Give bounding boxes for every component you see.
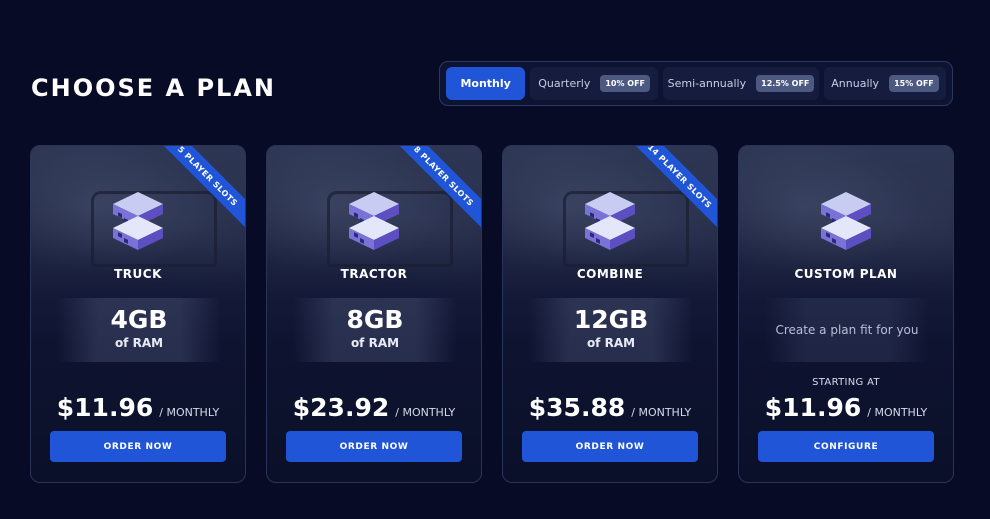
ram-unit: of RAM <box>350 336 400 350</box>
billing-period-toggle: Monthly Quarterly 10% OFF Semi-annually … <box>439 61 953 106</box>
billing-option-semi-annually[interactable]: Semi-annually 12.5% OFF <box>663 67 819 100</box>
order-now-button[interactable]: ORDER NOW <box>286 431 462 462</box>
plan-name: COMBINE <box>576 267 644 281</box>
price-row: $35.88 / MONTHLY <box>503 393 717 422</box>
ram-box: 8GB of RAM <box>293 298 457 362</box>
server-stack-icon <box>349 192 399 250</box>
ram-unit: of RAM <box>586 336 636 350</box>
order-now-button[interactable]: ORDER NOW <box>50 431 226 462</box>
ram-box: 12GB of RAM <box>529 298 693 362</box>
billing-option-label: Quarterly <box>538 77 591 90</box>
plan-name: CUSTOM PLAN <box>794 267 898 281</box>
price-row: $11.96 / MONTHLY <box>739 393 953 422</box>
plan-price: $35.88 <box>528 393 626 422</box>
plan-name: TRACTOR <box>340 267 408 281</box>
ram-unit: of RAM <box>114 336 164 350</box>
page-title: CHOOSE A PLAN <box>31 74 277 102</box>
plan-price: $11.96 <box>764 393 862 422</box>
discount-badge: 15% OFF <box>889 75 939 92</box>
billing-option-monthly[interactable]: Monthly <box>446 67 526 100</box>
plan-name: TRUCK <box>114 267 162 281</box>
plan-price: $11.96 <box>56 393 154 422</box>
configure-button[interactable]: CONFIGURE <box>758 431 934 462</box>
billing-period: / MONTHLY <box>159 406 220 419</box>
server-stack-icon <box>821 192 871 250</box>
billing-option-label: Semi-annually <box>667 77 747 90</box>
plan-card-truck: 5 PLAYER SLOTS TRUCK 4GB of RAM $11.96 /… <box>30 145 246 483</box>
plan-price: $23.92 <box>292 393 390 422</box>
starting-at-label: STARTING AT <box>812 377 880 388</box>
ram-amount: 4GB <box>110 305 168 334</box>
ram-amount: 8GB <box>346 305 404 334</box>
billing-option-annually[interactable]: Annually 15% OFF <box>824 67 946 100</box>
billing-period: / MONTHLY <box>867 406 928 419</box>
price-row: $11.96 / MONTHLY <box>31 393 245 422</box>
server-stack-icon <box>113 192 163 250</box>
billing-period: / MONTHLY <box>631 406 692 419</box>
ram-amount: 12GB <box>573 305 649 334</box>
price-row: $23.92 / MONTHLY <box>267 393 481 422</box>
billing-option-quarterly[interactable]: Quarterly 10% OFF <box>530 67 658 100</box>
billing-option-label: Monthly <box>460 77 511 90</box>
order-now-button[interactable]: ORDER NOW <box>522 431 698 462</box>
plan-description: Create a plan fit for you <box>765 298 929 362</box>
billing-period: / MONTHLY <box>395 406 456 419</box>
discount-badge: 10% OFF <box>600 75 650 92</box>
billing-option-label: Annually <box>831 77 880 90</box>
server-stack-icon <box>585 192 635 250</box>
plan-card-tractor: 8 PLAYER SLOTS TRACTOR 8GB of RAM $23.92… <box>266 145 482 483</box>
plan-card-combine: 14 PLAYER SLOTS COMBINE 12GB of RAM $35.… <box>502 145 718 483</box>
discount-badge: 12.5% OFF <box>756 75 815 92</box>
ram-box: 4GB of RAM <box>57 298 221 362</box>
plan-card-custom: CUSTOM PLAN Create a plan fit for you ST… <box>738 145 954 483</box>
